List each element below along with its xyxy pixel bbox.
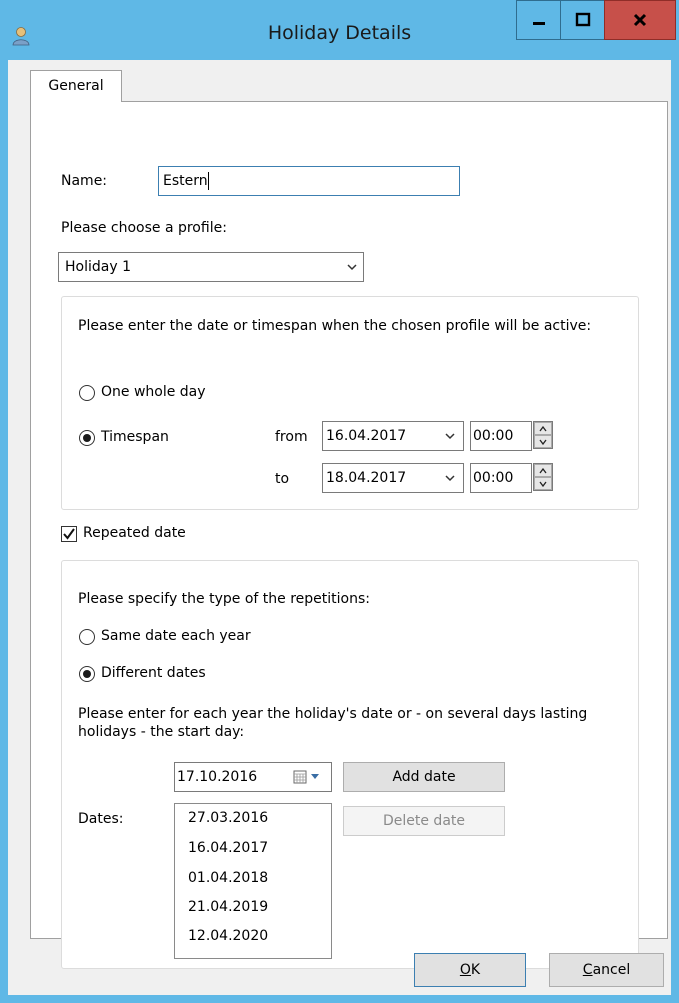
spin-down-button[interactable] — [534, 477, 552, 490]
from-date-select[interactable]: 16.04.2017 — [322, 421, 464, 451]
profile-select-value: Holiday 1 — [65, 259, 131, 275]
dates-listbox[interactable]: 27.03.2016 16.04.2017 01.04.2018 21.04.2… — [174, 803, 332, 959]
cancel-mnemonic: C — [582, 962, 593, 978]
dates-instruction: Please enter for each year the holiday's… — [78, 706, 588, 740]
same-date-radio[interactable] — [79, 629, 95, 645]
timespan-instruction: Please enter the date or timespan when t… — [78, 318, 592, 334]
same-date-label[interactable]: Same date each year — [101, 628, 251, 644]
to-time-spinner[interactable] — [533, 463, 553, 491]
to-label: to — [275, 471, 290, 487]
one-whole-day-radio[interactable] — [79, 385, 95, 401]
dialog-client-area: General Name: Estern Please choose a pro… — [8, 60, 671, 995]
list-item[interactable]: 27.03.2016 — [188, 810, 268, 826]
from-date-value: 16.04.2017 — [326, 428, 407, 444]
chevron-down-icon — [445, 475, 455, 482]
dates-label: Dates: — [78, 811, 124, 827]
name-input[interactable]: Estern — [158, 166, 460, 196]
from-time-spinner[interactable] — [533, 421, 553, 449]
tab-general[interactable]: General — [30, 70, 122, 102]
maximize-button[interactable] — [560, 0, 604, 40]
minimize-button[interactable] — [516, 0, 560, 40]
from-time-value: 00:00 — [473, 428, 514, 444]
timespan-group: Please enter the date or timespan when t… — [61, 296, 639, 510]
maximize-icon — [575, 12, 590, 27]
date-picker-value: 17.10.2016 — [177, 769, 258, 785]
timespan-label[interactable]: Timespan — [101, 429, 169, 445]
name-label: Name: — [61, 173, 108, 189]
from-time-input[interactable]: 00:00 — [470, 421, 532, 451]
spin-up-button[interactable] — [534, 464, 552, 477]
spin-down-button[interactable] — [534, 435, 552, 448]
chevron-down-icon — [539, 439, 547, 445]
repetition-group: Please specify the type of the repetitio… — [61, 560, 639, 969]
list-item[interactable]: 16.04.2017 — [188, 840, 268, 856]
calendar-dropdown-icon[interactable] — [293, 770, 325, 784]
to-time-value: 00:00 — [473, 470, 514, 486]
checkmark-icon — [63, 528, 75, 540]
holiday-details-window: Holiday Details General Name: Estern Ple… — [0, 0, 679, 1003]
to-date-value: 18.04.2017 — [326, 470, 407, 486]
close-button[interactable] — [604, 0, 676, 40]
different-dates-label[interactable]: Different dates — [101, 665, 206, 681]
spin-up-button[interactable] — [534, 422, 552, 435]
date-picker[interactable]: 17.10.2016 — [174, 762, 332, 792]
repeated-date-label[interactable]: Repeated date — [83, 525, 186, 541]
list-item[interactable]: 12.04.2020 — [188, 928, 268, 944]
repetition-instruction: Please specify the type of the repetitio… — [78, 591, 370, 607]
different-dates-radio[interactable] — [79, 666, 95, 682]
profile-select[interactable]: Holiday 1 — [58, 252, 364, 282]
close-icon — [633, 13, 647, 27]
general-tab-panel: Name: Estern Please choose a profile: Ho… — [30, 101, 668, 969]
cancel-button[interactable]: Cancel — [549, 953, 664, 987]
from-label: from — [275, 429, 308, 445]
text-cursor — [207, 172, 209, 190]
ok-mnemonic: O — [459, 962, 471, 978]
chevron-down-icon — [347, 264, 357, 271]
one-whole-day-label[interactable]: One whole day — [101, 384, 206, 400]
to-time-input[interactable]: 00:00 — [470, 463, 532, 493]
ok-button[interactable]: OK — [414, 953, 526, 987]
chevron-down-icon — [445, 433, 455, 440]
repeated-date-checkbox[interactable] — [61, 526, 77, 542]
list-item[interactable]: 01.04.2018 — [188, 870, 268, 886]
cancel-label-rest: ancel — [592, 962, 631, 978]
chevron-up-icon — [539, 467, 547, 473]
minimize-icon — [532, 22, 545, 25]
add-date-button[interactable]: Add date — [343, 762, 505, 792]
ok-label-rest: K — [470, 962, 481, 978]
to-date-select[interactable]: 18.04.2017 — [322, 463, 464, 493]
title-bar[interactable]: Holiday Details — [0, 0, 679, 60]
chevron-up-icon — [539, 425, 547, 431]
chevron-down-icon — [539, 481, 547, 487]
list-item[interactable]: 21.04.2019 — [188, 899, 268, 915]
name-input-value: Estern — [163, 173, 208, 189]
delete-date-button[interactable]: Delete date — [343, 806, 505, 836]
timespan-radio[interactable] — [79, 430, 95, 446]
profile-label: Please choose a profile: — [61, 220, 227, 236]
